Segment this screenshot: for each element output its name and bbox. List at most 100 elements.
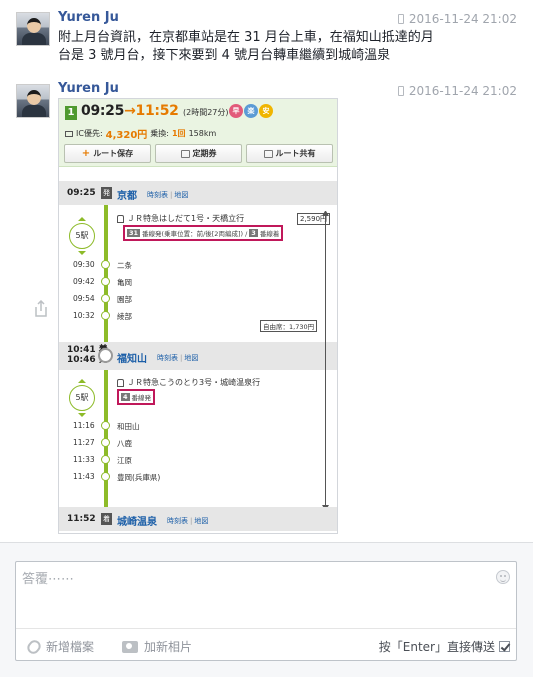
- enter-send-label: 按「Enter」直接傳送: [378, 640, 495, 654]
- share-route-button[interactable]: ルート共有: [246, 144, 333, 163]
- train-name-text: ＪＲ特急はしだて1号・天橋立行: [127, 214, 245, 223]
- transfer-arrive: 10:41: [67, 345, 96, 355]
- stop-dot: [101, 311, 110, 320]
- destination-name[interactable]: 城崎温泉: [117, 513, 157, 528]
- platform-highlight: 31 番線発(乗車位置：前/後[2両編成]) / 3 番線着: [123, 225, 284, 241]
- reply-composer: 新增檔案 加新相片 按「Enter」直接傳送: [0, 543, 533, 677]
- stop-time: 10:32: [73, 311, 95, 320]
- map-link[interactable]: 地図: [184, 354, 198, 362]
- origin-name[interactable]: 京都: [117, 187, 137, 202]
- map-link[interactable]: 地図: [194, 517, 208, 525]
- origin-time: 09:25: [67, 188, 96, 198]
- transfer-name[interactable]: 福知山: [117, 350, 147, 365]
- stop-name: 江原: [117, 456, 132, 465]
- share-icon[interactable]: [33, 300, 49, 318]
- stop-name: 亀岡: [117, 278, 132, 287]
- stop-time: 11:33: [73, 455, 95, 464]
- stop-name: 豊岡(兵庫県): [117, 473, 161, 482]
- train-icon: [117, 214, 124, 223]
- expand-icon: [78, 251, 86, 255]
- badge-cheap: 安: [259, 104, 273, 118]
- enter-to-send-toggle[interactable]: 按「Enter」直接傳送: [379, 638, 510, 655]
- share-route-label: ルート共有: [275, 149, 316, 158]
- commuter-pass-label: 定期券: [192, 149, 217, 158]
- message-text-line-2: 台是 3 號月台，接下來要到 4 號月台轉車繼續到城崎溫泉: [58, 48, 391, 63]
- depart-time: 09:25: [81, 103, 125, 119]
- destination-mark: 着: [101, 513, 112, 525]
- platform-text: 番線発: [131, 394, 152, 402]
- stop-dot: [101, 260, 110, 269]
- plus-icon: +: [81, 148, 91, 159]
- route-number: 1: [65, 106, 77, 120]
- enter-send-checkbox[interactable]: [499, 641, 510, 652]
- timetable-link[interactable]: 時刻表: [147, 191, 168, 199]
- save-route-button[interactable]: + ルート保存: [64, 144, 151, 163]
- stop-dot: [101, 294, 110, 303]
- sender-name[interactable]: Yuren Ju: [58, 10, 119, 25]
- stop-time: 11:43: [73, 472, 95, 481]
- stop-name: 綾部: [117, 312, 132, 321]
- transfer-links: 時刻表 | 地図: [157, 354, 199, 362]
- timestamp-text: 2016-11-24 21:02: [408, 84, 517, 98]
- transfer-dot: [98, 348, 113, 363]
- platform-text: 番線発(乗車位置：前/後[2両編成]) /: [142, 230, 248, 238]
- departure-platform: 31: [127, 229, 141, 237]
- stop-count[interactable]: 5駅: [69, 385, 95, 411]
- commuter-pass-button[interactable]: 定期券: [155, 144, 242, 163]
- dimension-line: [325, 215, 326, 507]
- stop-dot: [101, 472, 110, 481]
- stop-time: 11:27: [73, 438, 95, 447]
- avatar[interactable]: [16, 12, 50, 46]
- badge-fast: 早: [229, 104, 243, 118]
- stop-dot: [101, 455, 110, 464]
- emoji-icon[interactable]: [496, 570, 510, 584]
- camera-icon: [122, 640, 138, 653]
- station-transfer: 10:41 着 10:46 発 福知山 時刻表|地図: [59, 342, 337, 370]
- platform-highlight: 4 番線発: [117, 389, 156, 405]
- pass-icon: [180, 149, 190, 158]
- map-link[interactable]: 地図: [174, 191, 188, 199]
- transfer-depart: 10:46: [67, 355, 96, 365]
- route-image[interactable]: 1 09:25→11:52 (2時間27分) 早 楽 安 IC優先: 4,320…: [58, 98, 338, 534]
- route-time: 09:25→11:52: [81, 103, 179, 119]
- sender-name[interactable]: Yuren Ju: [58, 81, 119, 96]
- reserved-fare: 自由席：1,730円: [260, 320, 318, 332]
- stop-count[interactable]: 5駅: [69, 223, 95, 249]
- add-file-label: 新增檔案: [46, 640, 95, 654]
- mobile-icon: [397, 14, 404, 24]
- origin-mark: 発: [101, 187, 112, 199]
- share-route-icon: [263, 149, 273, 158]
- expand-icon: [78, 413, 86, 417]
- stop-name: 八鹿: [117, 439, 132, 448]
- stop-time: 09:54: [73, 294, 95, 303]
- timetable-link[interactable]: 時刻表: [167, 517, 188, 525]
- stop-time: 09:30: [73, 260, 95, 269]
- route-summary: 1 09:25→11:52 (2時間27分) 早 楽 安 IC優先: 4,320…: [59, 99, 337, 167]
- arrival-platform-text: 番線着: [259, 230, 280, 238]
- fare-row: IC優先: 4,320円 乗換: 1回 158km: [65, 126, 216, 141]
- avatar[interactable]: [16, 84, 50, 118]
- route-line-1: [104, 203, 108, 349]
- save-route-label: ルート保存: [93, 149, 134, 158]
- timetable-link[interactable]: 時刻表: [157, 354, 178, 362]
- stop-dot: [101, 277, 110, 286]
- departure-platform: 4: [121, 393, 130, 401]
- ic-card-icon: [65, 130, 73, 137]
- route-duration: (2時間27分): [183, 108, 229, 117]
- reply-toolbar: 新增檔案 加新相片 按「Enter」直接傳送: [16, 628, 516, 661]
- stop-time: 11:16: [73, 421, 95, 430]
- route-badges: 早 楽 安: [229, 104, 273, 118]
- add-file-button[interactable]: 新增檔案: [24, 637, 95, 656]
- message-timestamp: 2016-11-24 21:02: [397, 12, 517, 26]
- stop-dot: [101, 438, 110, 447]
- stop-name: 園部: [117, 295, 132, 304]
- ic-label: IC優先:: [76, 129, 103, 138]
- station-origin: 09:25 発 京都 時刻表 | 地図: [59, 181, 337, 205]
- add-photo-button[interactable]: 加新相片: [122, 638, 192, 655]
- arrive-time: 11:52: [135, 103, 179, 119]
- train-name-text: ＪＲ特急こうのとり3号・城崎温泉行: [127, 378, 261, 387]
- transfer-label: 乗換:: [150, 129, 169, 138]
- badge-easy: 楽: [244, 104, 258, 118]
- collapse-icon: [78, 379, 86, 383]
- reply-input[interactable]: [22, 568, 492, 620]
